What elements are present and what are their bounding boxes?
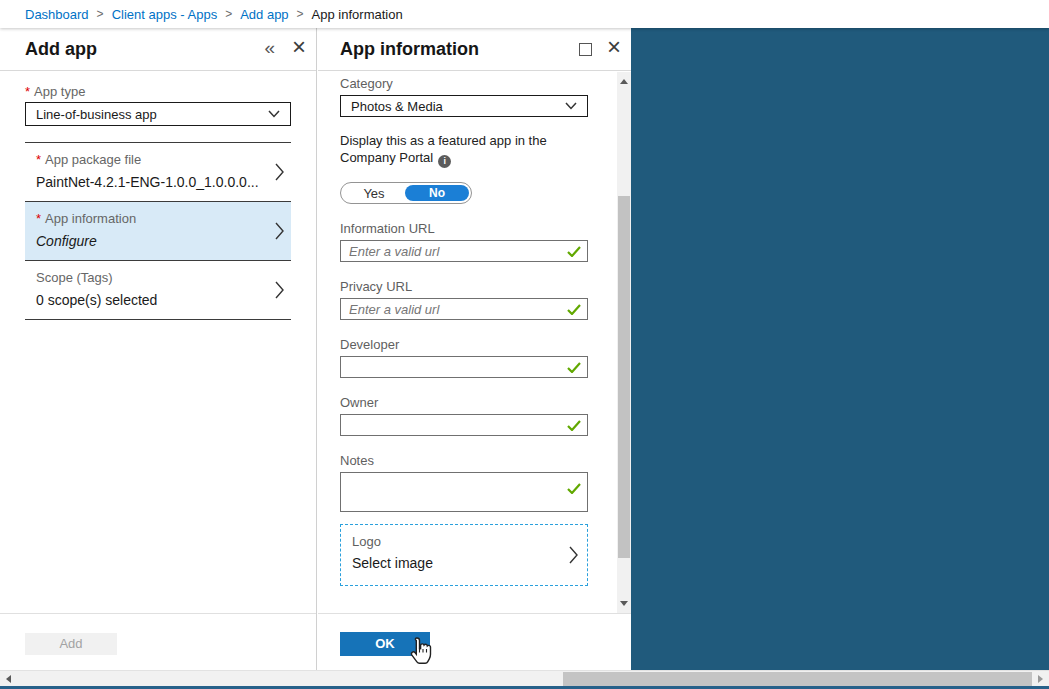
category-dropdown[interactable]: Photos & Media [340, 95, 588, 117]
app-type-dropdown[interactable]: Line-of-business app [25, 102, 291, 126]
close-blade-icon[interactable]: × [292, 33, 306, 61]
breadcrumb-current: App information [312, 7, 403, 22]
valid-check-icon [567, 483, 581, 494]
app-type-field: * App type Line-of-business app [25, 84, 291, 126]
chevron-right-icon [275, 163, 284, 181]
app-type-label: * App type [25, 84, 291, 99]
breadcrumb-dashboard[interactable]: Dashboard [25, 7, 89, 22]
category-value: Photos & Media [351, 99, 443, 114]
chevron-right-icon [275, 222, 284, 240]
notes-field: Notes [340, 453, 588, 512]
information-url-label: Information URL [340, 221, 588, 236]
breadcrumb-separator: > [297, 7, 304, 21]
app-package-file-label: App package file [45, 152, 141, 167]
information-url-field: Information URL [340, 221, 588, 262]
scope-tags-label: Scope (Tags) [36, 270, 113, 285]
featured-app-label: Display this as a featured app in the Co… [340, 132, 580, 168]
collapse-blade-icon[interactable]: « [264, 37, 275, 59]
notes-input[interactable] [341, 473, 587, 511]
blade-title-app-information: App information [340, 39, 479, 60]
category-field: Category Photos & Media [340, 76, 588, 117]
required-asterisk: * [25, 84, 30, 99]
toggle-no-option[interactable]: No [405, 185, 469, 201]
logo-value: Select image [352, 555, 559, 571]
featured-toggle[interactable]: Yes No [340, 182, 472, 204]
add-app-blade-header: Add app « × [0, 28, 316, 71]
breadcrumb-separator: > [225, 7, 232, 21]
scroll-left-arrow-icon[interactable] [6, 675, 11, 683]
app-information-item[interactable]: * App information Configure [25, 202, 291, 261]
category-label: Category [340, 76, 588, 91]
app-information-blade: App information × Category Photos & Medi… [318, 28, 631, 670]
info-icon[interactable] [438, 155, 451, 168]
add-app-blade: Add app « × * App type Line-of-business a… [0, 28, 317, 670]
mouse-cursor [408, 636, 435, 669]
maximize-blade-icon[interactable] [579, 43, 592, 56]
logo-select[interactable]: Logo Select image [340, 524, 588, 586]
breadcrumb-client-apps[interactable]: Client apps - Apps [112, 7, 218, 22]
scroll-up-arrow-icon[interactable] [620, 79, 628, 84]
add-app-blade-footer: Add [0, 613, 316, 670]
developer-field: Developer [340, 337, 588, 378]
breadcrumb-add-app[interactable]: Add app [240, 7, 288, 22]
chevron-right-icon [275, 281, 284, 299]
horizontal-scrollbar-thumb[interactable] [563, 672, 1032, 686]
required-asterisk: * [36, 152, 41, 167]
breadcrumb: Dashboard > Client apps - Apps > Add app… [0, 0, 1049, 28]
breadcrumb-separator: > [97, 7, 104, 21]
notes-label: Notes [340, 453, 588, 468]
dashboard-background [631, 28, 1049, 670]
vertical-scrollbar[interactable] [617, 72, 631, 613]
developer-input[interactable] [341, 357, 587, 377]
privacy-url-field: Privacy URL [340, 279, 588, 320]
chevron-down-icon [268, 110, 280, 118]
owner-input[interactable] [341, 415, 587, 435]
valid-check-icon [567, 304, 581, 315]
add-button[interactable]: Add [25, 633, 117, 655]
owner-field: Owner [340, 395, 588, 436]
horizontal-scrollbar[interactable] [0, 670, 1049, 686]
chevron-right-icon [569, 546, 578, 564]
app-information-form: Category Photos & Media Display this as … [318, 72, 617, 613]
add-app-steps: * App package file PaintNet-4.2.1-ENG-1.0… [25, 142, 291, 320]
app-package-file-item[interactable]: * App package file PaintNet-4.2.1-ENG-1.0… [25, 143, 291, 202]
vertical-scrollbar-thumb[interactable] [618, 196, 630, 558]
app-type-label-text: App type [34, 84, 85, 99]
app-information-blade-header: App information × [318, 28, 631, 71]
toggle-yes-option[interactable]: Yes [341, 183, 407, 204]
close-blade-icon[interactable]: × [607, 33, 621, 61]
scope-tags-item[interactable]: Scope (Tags) 0 scope(s) selected [25, 261, 291, 320]
privacy-url-input[interactable] [341, 299, 587, 319]
valid-check-icon [567, 246, 581, 257]
app-information-label: App information [45, 211, 136, 226]
valid-check-icon [567, 420, 581, 431]
app-information-value: Configure [36, 233, 267, 249]
app-type-value: Line-of-business app [36, 107, 157, 122]
app-information-blade-footer: OK [318, 613, 631, 670]
blade-title-add-app: Add app [25, 39, 97, 60]
valid-check-icon [567, 362, 581, 373]
scope-tags-value: 0 scope(s) selected [36, 292, 267, 308]
required-asterisk: * [36, 211, 41, 226]
owner-label: Owner [340, 395, 588, 410]
information-url-input[interactable] [341, 241, 587, 261]
privacy-url-label: Privacy URL [340, 279, 588, 294]
logo-label: Logo [352, 534, 559, 549]
scroll-down-arrow-icon[interactable] [620, 601, 628, 606]
app-package-file-value: PaintNet-4.2.1-ENG-1.0.0_1.0.0.0... [36, 174, 267, 190]
developer-label: Developer [340, 337, 588, 352]
chevron-down-icon [565, 102, 577, 110]
scroll-right-arrow-icon[interactable] [1038, 675, 1043, 683]
